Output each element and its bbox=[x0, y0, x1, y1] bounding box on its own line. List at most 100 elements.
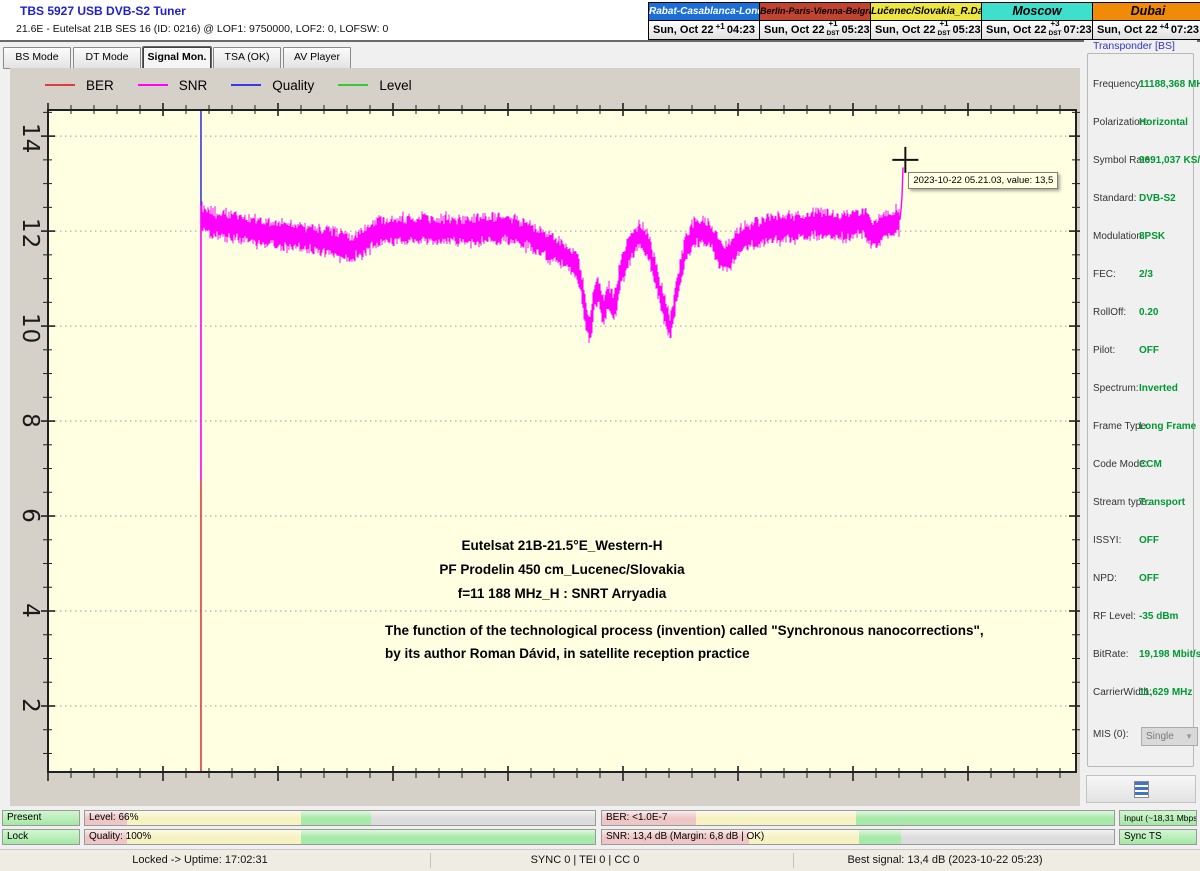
transponder-field-row: RF Level:-35 dBm bbox=[1084, 611, 1197, 625]
transponder-sidebar: Transponder [BS] Frequency:11188,368 MHz… bbox=[1084, 40, 1197, 806]
present-indicator: Present bbox=[2, 810, 80, 826]
bar-gloss bbox=[602, 811, 1114, 818]
field-label: Spectrum: bbox=[1093, 383, 1139, 394]
chevron-down-icon: ▼ bbox=[1185, 732, 1193, 741]
transponder-field-row: Frame Type:Long Frame bbox=[1084, 421, 1197, 435]
annotation-line: The function of the technological proces… bbox=[385, 619, 1065, 642]
uptime-status: Locked -> Uptime: 17:02:31 bbox=[132, 854, 267, 866]
clock-utc-offset: +1 DST bbox=[936, 24, 953, 36]
y-axis-tick-label: 10 bbox=[12, 313, 48, 339]
y-axis-tick-label: 14 bbox=[12, 123, 48, 149]
clock-panel-1: Rabat-Casablanca-LondonSun, Oct 22+104:2… bbox=[648, 2, 760, 40]
statusbar-divider bbox=[793, 853, 794, 868]
chart-tooltip: 2023-10-22 05.21.03, value: 13,5 bbox=[908, 172, 1058, 189]
field-value: 11188,368 MHz bbox=[1139, 79, 1200, 90]
y-axis-tick-label: 2 bbox=[12, 693, 48, 719]
tab-dt-mode[interactable]: DT Mode bbox=[73, 47, 141, 69]
utc-offset-value: +1 bbox=[828, 21, 837, 27]
field-value: 0.20 bbox=[1139, 307, 1158, 318]
transponder-field-row: Frequency:11188,368 MHz bbox=[1084, 79, 1197, 93]
field-value: -35 dBm bbox=[1139, 611, 1178, 622]
annotation-line: by its author Roman Dávid, in satellite … bbox=[385, 642, 1065, 665]
field-label: RF Level: bbox=[1093, 611, 1136, 622]
tabs: BS ModeDT ModeSignal Mon.TSA (OK)AV Play… bbox=[3, 47, 353, 69]
level-bar: Level: 66% bbox=[84, 810, 596, 826]
input-rate-indicator: Input (~18,31 Mbps) bbox=[1119, 810, 1197, 826]
field-label: RollOff: bbox=[1093, 307, 1126, 318]
transponder-field-row: RollOff: 0.20 bbox=[1084, 307, 1197, 321]
transponder-field-row: Stream type:Transport bbox=[1084, 497, 1197, 511]
bar-label: Quality: 100% bbox=[89, 830, 151, 844]
bar-label: BER: <1.0E-7 bbox=[606, 811, 667, 825]
field-value: 11,629 MHz bbox=[1139, 687, 1192, 698]
field-value: OFF bbox=[1139, 535, 1159, 546]
transponder-field-row: FEC: 2/3 bbox=[1084, 269, 1197, 283]
clock-utc-offset: +1 bbox=[714, 27, 727, 33]
transponder-field-row: NPD:OFF bbox=[1084, 573, 1197, 587]
field-value: Long Frame bbox=[1139, 421, 1196, 432]
tab-tsa-ok[interactable]: TSA (OK) bbox=[213, 47, 281, 69]
world-clocks: Rabat-Casablanca-LondonSun, Oct 22+104:2… bbox=[648, 2, 1200, 40]
field-label: Standard: bbox=[1093, 193, 1136, 204]
window-title: TBS 5927 USB DVB-S2 Tuner bbox=[20, 4, 186, 18]
clock-date: Sun, Oct 22 bbox=[653, 24, 714, 36]
field-label: Pilot: bbox=[1093, 345, 1115, 356]
transponder-field-row: BitRate:19,198 Mbit/s bbox=[1084, 649, 1197, 663]
clock-utc-offset: +1 DST bbox=[825, 24, 842, 36]
dst-flag: DST bbox=[938, 31, 951, 37]
utc-offset-value: +1 bbox=[939, 21, 948, 27]
field-value: OFF bbox=[1139, 345, 1159, 356]
signal-chart-panel: BERSNRQualityLevel 2468101214 Eutelsat 2… bbox=[10, 68, 1080, 806]
field-value: 9691,037 KS/s bbox=[1139, 155, 1200, 166]
y-axis-tick-label: 8 bbox=[12, 408, 48, 434]
dst-flag: DST bbox=[1049, 31, 1062, 37]
bar-gloss bbox=[85, 830, 595, 837]
chart-annotation-center: Eutelsat 21B-21.5°E_Western-HPF Prodelin… bbox=[362, 534, 762, 606]
clock-time: 07:23 bbox=[1171, 24, 1199, 36]
tab-bs-mode[interactable]: BS Mode bbox=[3, 47, 71, 69]
clock-time-row: Sun, Oct 22+104:23 bbox=[649, 21, 759, 39]
field-value: OFF bbox=[1139, 573, 1159, 584]
field-value: Inverted bbox=[1139, 383, 1178, 394]
quality-bar: Quality: 100% bbox=[84, 829, 596, 845]
ts-list-button[interactable] bbox=[1086, 775, 1196, 803]
clock-time: 04:23 bbox=[727, 24, 755, 36]
clock-city-label: Lučenec/Slovakia_R.Dávid bbox=[871, 3, 981, 21]
clock-city-label: Rabat-Casablanca-London bbox=[649, 3, 759, 21]
bar-gloss bbox=[85, 811, 595, 818]
transponder-field-row: ISSYI:OFF bbox=[1084, 535, 1197, 549]
transponder-field-row: CarrierWidth:11,629 MHz bbox=[1084, 687, 1197, 701]
utc-offset-value: +1 bbox=[716, 24, 725, 30]
tab-signal-mon[interactable]: Signal Mon. bbox=[143, 47, 211, 69]
mis-select[interactable]: Single ▼ bbox=[1141, 727, 1198, 746]
y-axis-tick-label: 12 bbox=[12, 218, 48, 244]
statusbar-divider bbox=[430, 853, 431, 868]
snr-bar: SNR: 13,4 dB (Margin: 6,8 dB | OK) bbox=[601, 829, 1115, 845]
clock-panel-2: Berlin-Paris-Vienna-BelgradeSun, Oct 22+… bbox=[760, 2, 871, 40]
dst-flag: DST bbox=[827, 31, 840, 37]
tab-av-player[interactable]: AV Player bbox=[283, 47, 351, 69]
field-value: 2/3 bbox=[1139, 269, 1153, 280]
clock-utc-offset: +4 bbox=[1158, 27, 1171, 33]
y-axis-tick-label: 4 bbox=[12, 598, 48, 624]
tab-bar: BS ModeDT ModeSignal Mon.TSA (OK)AV Play… bbox=[0, 40, 1200, 70]
bar-label: SNR: 13,4 dB (Margin: 6,8 dB | OK) bbox=[606, 830, 764, 844]
field-value: CCM bbox=[1139, 459, 1162, 470]
field-label: FEC: bbox=[1093, 269, 1116, 280]
stream-counters: SYNC 0 | TEI 0 | CC 0 bbox=[531, 854, 640, 866]
mis-label: MIS (0): bbox=[1093, 729, 1129, 740]
clock-date: Sun, Oct 22 bbox=[986, 24, 1047, 36]
clock-time-row: Sun, Oct 22+1DST05:23 bbox=[760, 21, 870, 39]
chart-annotation-paragraph: The function of the technological proces… bbox=[385, 619, 1065, 665]
mis-select-value: Single bbox=[1146, 731, 1174, 742]
clock-time: 07:23 bbox=[1064, 24, 1092, 36]
clock-time-row: Sun, Oct 22+3 DST07:23 bbox=[982, 21, 1092, 39]
utc-offset-value: +3 bbox=[1050, 21, 1059, 27]
clock-panel-3: Lučenec/Slovakia_R.DávidSun, Oct 22+1DST… bbox=[871, 2, 982, 40]
transponder-field-row: Spectrum:Inverted bbox=[1084, 383, 1197, 397]
best-signal: Best signal: 13,4 dB (2023-10-22 05:23) bbox=[847, 854, 1042, 866]
clock-panel-5: DubaiSun, Oct 22+407:23 bbox=[1093, 2, 1200, 40]
clock-date: Sun, Oct 22 bbox=[764, 24, 825, 36]
ber-bar: BER: <1.0E-7 bbox=[601, 810, 1115, 826]
field-value: 8PSK bbox=[1139, 231, 1165, 242]
